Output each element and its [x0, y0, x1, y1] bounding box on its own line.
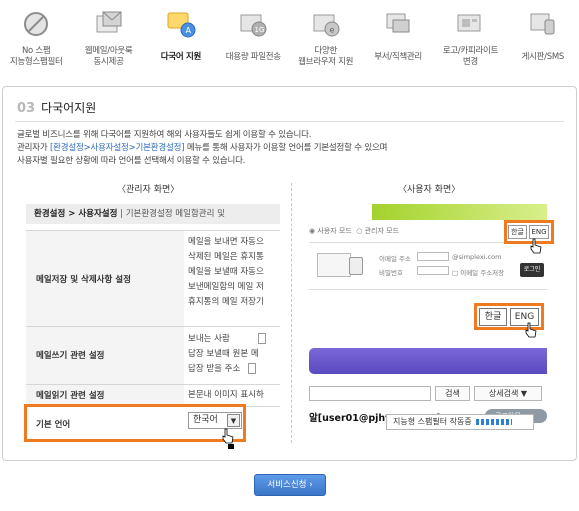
password-label: 비밀번호: [379, 269, 403, 277]
row-label-write: 메일쓰기 관련 설정: [36, 351, 105, 361]
tab-board-sms[interactable]: 게시판/SMS: [507, 0, 579, 83]
no-spam-icon: [24, 12, 49, 36]
row-value: 답장 받을 주소: [188, 362, 266, 377]
tab-department[interactable]: 부서/직책관리: [362, 0, 434, 83]
top-nav-bar: [309, 348, 547, 374]
row-value: 보내는 사람: [188, 332, 266, 347]
mode-selector: ◉ 사용자 모드 ○ 관리자 모드: [309, 227, 400, 235]
cursor-shadow: [228, 444, 234, 449]
tab-no-spam[interactable]: No 스팸 지능형스팸필터: [0, 0, 72, 83]
row-value: 본문내 이미지 표시하: [188, 390, 264, 400]
save-email-checkbox[interactable]: □ 이메일 주소저장: [452, 267, 504, 277]
admin-screen-caption: 〈관리자 화면〉: [117, 185, 180, 195]
tab-multilanguage[interactable]: A 다국어 지원: [145, 0, 217, 83]
login-button[interactable]: 로그인: [520, 263, 544, 277]
language-select[interactable]: 한국어 ▼: [188, 412, 242, 429]
desc-line-2: 관리자가 [환경설정>사용자설정>기본환경설정] 메뉴를 통해 사용자가 이용할…: [17, 143, 388, 153]
user-screen-caption: 〈사용자 화면〉: [398, 185, 461, 195]
tab-browser-label1: 다양한: [314, 46, 337, 56]
progress-indicator: [475, 418, 512, 425]
section-heading: 03 다국어지원: [17, 99, 96, 116]
hand-cursor-icon: [525, 322, 537, 338]
department-icon: [386, 13, 410, 33]
tab-logo-label2: 변경: [462, 57, 478, 67]
tab-browser-label2: 웹브라우저 지원: [298, 57, 354, 67]
row-value: 보낸메일함의 메일 저: [188, 282, 264, 292]
tab-webmail-label2: 동시제공: [93, 57, 124, 67]
tab-logo-label1: 로고/카피라이트: [442, 46, 499, 56]
advanced-search-button[interactable]: 상세검색 ▼: [474, 386, 542, 401]
hand-cursor-icon: [222, 428, 234, 444]
lock-icon: [349, 257, 363, 275]
lang-kor-small-button[interactable]: 한글: [508, 225, 527, 239]
row-value: 휴지통의 메일 저장기: [188, 297, 264, 307]
logo-copyright-icon: [457, 14, 481, 32]
lang-kor-button[interactable]: 한글: [479, 308, 507, 326]
mail-icon: [317, 253, 351, 277]
admin-row-mail-storage: 메일저장 및 삭제사항 설정 메일을 보내면 자동으 삭제된 메일은 휴지통 메…: [26, 230, 280, 326]
hand-cursor-icon: [530, 238, 542, 254]
section-number: 03: [17, 101, 36, 116]
menu-path-highlight: [환경설정>사용자설정>기본환경설정]: [49, 143, 185, 153]
tab-department-label: 부서/직책관리: [374, 52, 422, 62]
tab-no-spam-label1: No 스팸: [21, 46, 51, 56]
multilanguage-icon: A: [167, 12, 196, 38]
tab-large-file[interactable]: 1G 대용량 파일전송: [217, 0, 289, 83]
login-area: 이메일 주소 @simplexi.com 비밀번호 □ 이메일 주소저장 로그인: [309, 242, 547, 290]
row-label-read: 메일읽기 관련 설정: [36, 391, 105, 401]
search-row: 검색 상세검색 ▼: [309, 386, 547, 402]
row-value: 메일을 보내면 자동으: [188, 237, 264, 247]
row-label-storage: 메일저장 및 삭제사항 설정: [36, 275, 131, 285]
desc-line-3: 사용자별 필요한 상황에 따라 언어를 선택해서 이용할 수 있습니다.: [17, 156, 246, 166]
spam-filter-status: 지능형 스팸필터 작동중: [386, 414, 534, 430]
section-title: 다국어지원: [41, 101, 97, 115]
tab-webmail[interactable]: 웹메일/아웃룩 동시제공: [72, 0, 144, 83]
service-apply-button[interactable]: 서비스신청 ›: [254, 474, 326, 496]
admin-row-mail-read: 메일읽기 관련 설정 본문내 이미지 표시하: [26, 384, 280, 406]
svg-text:A: A: [185, 26, 191, 35]
svg-text:e: e: [329, 26, 334, 35]
domain-label: @simplexi.com: [452, 253, 502, 261]
password-field[interactable]: [417, 266, 449, 275]
section-description: 글로벌 비즈니스를 위해 다국어를 지원하여 해외 사용자들도 쉽게 이용할 수…: [17, 129, 387, 168]
lang-eng-small-button[interactable]: ENG: [529, 225, 549, 239]
admin-row-mail-write: 메일쓰기 관련 설정 보내는 사람 답장 보낼때 원본 메 답장 받을 주소: [26, 326, 280, 384]
board-sms-icon: [530, 13, 555, 35]
admin-breadcrumb: 환경설정 > 사용자설정 | 기본환경설정 메일함관리 및: [26, 204, 280, 224]
tab-browser-support[interactable]: e 다양한 웹브라우저 지원: [290, 0, 362, 83]
feature-tabs: No 스팸 지능형스팸필터 웹메일/아웃룩 동시제공 A 다국어 지원 1G 대…: [0, 0, 579, 83]
email-label: 이메일 주소: [379, 255, 411, 263]
heading-divider: [15, 121, 564, 122]
tab-webmail-label1: 웹메일/아웃룩: [84, 46, 133, 56]
vertical-divider: [291, 183, 292, 443]
header-banner: [372, 204, 547, 220]
tab-multilanguage-label: 다국어 지원: [160, 52, 202, 62]
row-value: 메일을 보낼때 자동으: [188, 267, 264, 277]
tab-board-sms-label: 게시판/SMS: [521, 52, 565, 62]
row-value: 삭제된 메일은 휴지통: [188, 252, 264, 262]
tab-no-spam-label2: 지능형스팸필터: [9, 57, 63, 67]
search-button[interactable]: 검색: [435, 386, 470, 401]
large-file-icon: 1G: [240, 14, 267, 37]
search-input[interactable]: [309, 386, 431, 401]
svg-text:1G: 1G: [255, 26, 265, 34]
email-field[interactable]: [417, 252, 449, 261]
desc-line-1: 글로벌 비즈니스를 위해 다국어를 지원하여 해외 사용자들도 쉽게 이용할 수…: [17, 130, 312, 140]
tab-logo-copyright[interactable]: 로고/카피라이트 변경: [434, 0, 506, 83]
tab-large-file-label: 대용량 파일전송: [225, 52, 281, 62]
webmail-outlook-icon: [96, 11, 122, 33]
chevron-down-icon: ▼: [227, 414, 240, 427]
browser-support-icon: e: [313, 14, 340, 37]
row-value: 답장 보낼때 원본 메: [188, 349, 259, 359]
